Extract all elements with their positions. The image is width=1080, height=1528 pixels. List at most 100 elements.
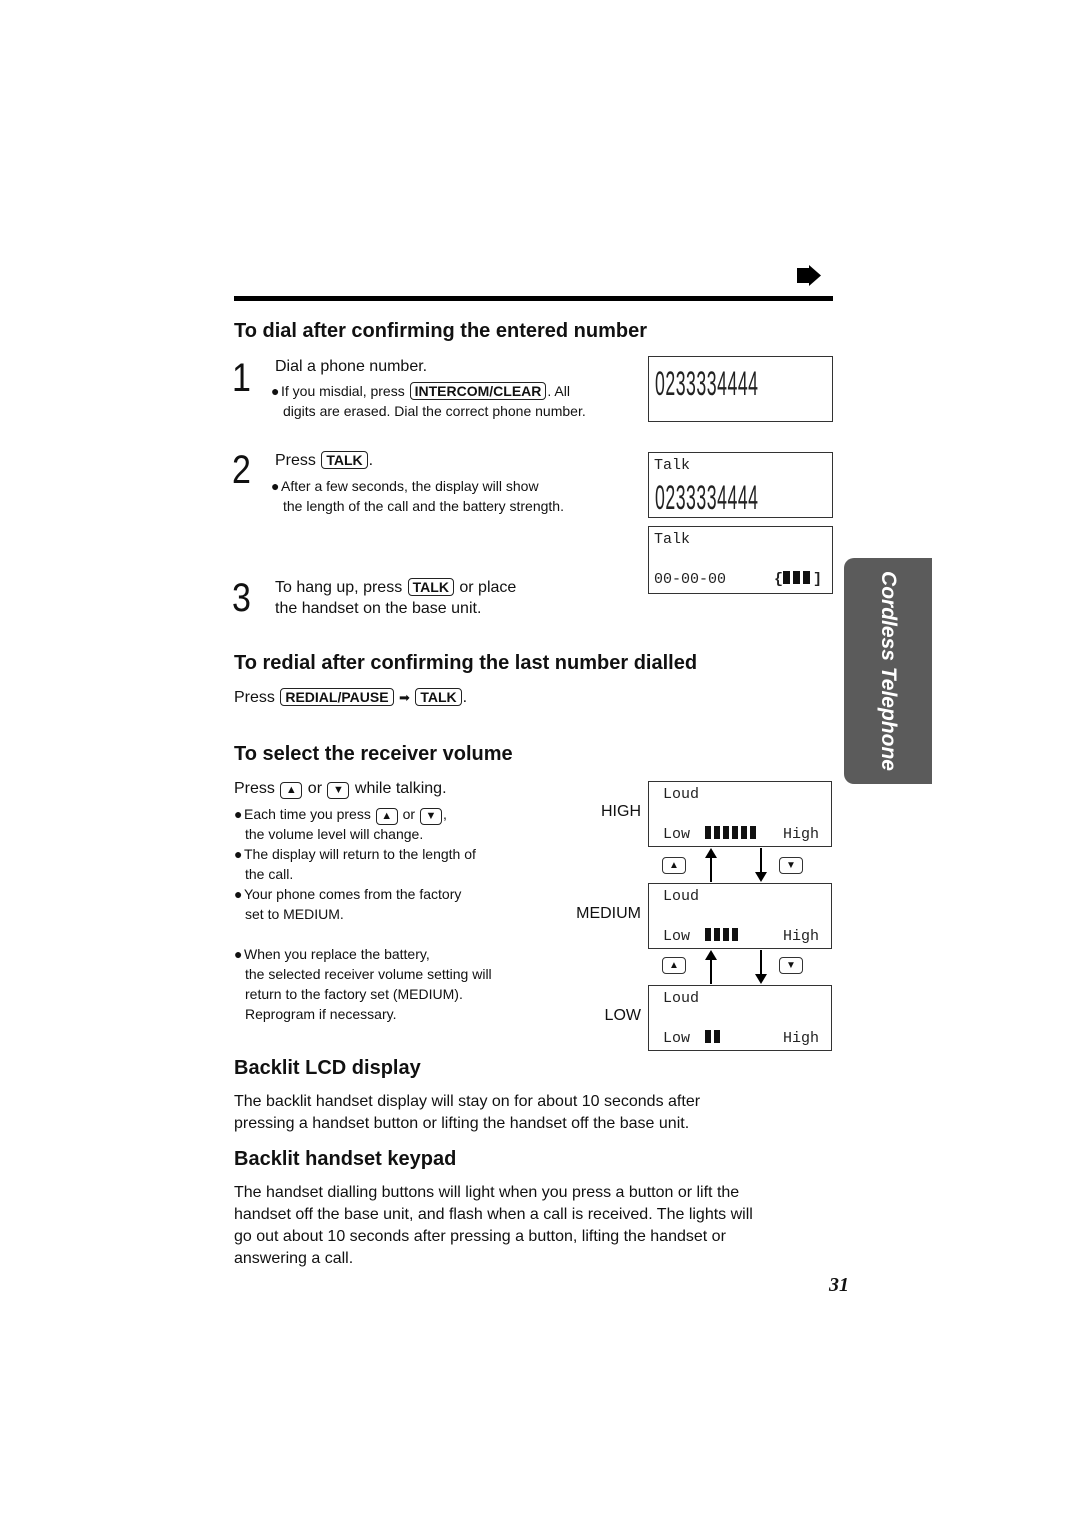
lcd-volume-high: Loud Low High <box>648 781 832 847</box>
step-3-text-line2: the handset on the base unit. <box>275 600 482 617</box>
lcd-volume-bars <box>705 826 759 844</box>
intercom-clear-key[interactable]: INTERCOM/CLEAR <box>409 382 547 400</box>
bullet-icon: ● <box>271 478 280 494</box>
volume-note-1: ● Each time you press ▲ or ▼, <box>234 804 447 825</box>
bullet-icon: ● <box>271 383 280 399</box>
backlit-keypad-paragraph: The handset dialling buttons will light … <box>234 1184 753 1267</box>
section-title-backlit-lcd: Backlit LCD display <box>234 1057 421 1079</box>
talk-key[interactable]: TALK <box>321 451 368 469</box>
battery-bar <box>803 571 811 584</box>
volume-level-label-high: HIGH <box>601 803 641 820</box>
next-page-arrow-icon <box>797 265 821 286</box>
redial-instruction: Press REDIAL/PAUSE ➡ TALK. <box>234 688 468 706</box>
volume-up-key-icon: ▲ <box>662 857 686 874</box>
volume-note-3: ● Your phone comes from the factory <box>234 886 462 902</box>
volume-level-label-medium: MEDIUM <box>576 905 641 922</box>
volume-bars <box>705 826 759 844</box>
lcd-low-label: Low <box>663 928 691 945</box>
volume-up-key[interactable]: ▲ <box>375 808 398 825</box>
battery-bar <box>783 571 791 584</box>
step-1-note: ● If you misdial, press INTERCOM/CLEAR. A… <box>271 382 570 400</box>
lcd-loud-label: Loud <box>663 888 700 905</box>
step-1-note-line2: digits are erased. Dial the correct phon… <box>283 403 586 419</box>
lcd-status: Talk <box>654 531 691 548</box>
section-title-backlit-keypad: Backlit handset keypad <box>234 1148 457 1170</box>
section-title-volume: To select the receiver volume <box>234 743 513 765</box>
volume-note-2: ● The display will return to the length o… <box>234 846 476 862</box>
lcd-high-label: High <box>783 826 820 843</box>
step-2-note-line2: the length of the call and the battery s… <box>283 498 564 514</box>
volume-bar <box>714 1030 720 1043</box>
step-3-text: To hang up, press TALK or place <box>275 578 517 596</box>
volume-level-label-low: LOW <box>604 1007 641 1024</box>
volume-bar <box>723 928 729 941</box>
volume-up-key-icon: ▲ <box>662 957 686 974</box>
volume-bar <box>705 928 711 941</box>
arrow-up-icon <box>705 848 717 882</box>
lcd-high-label: High <box>783 1030 820 1047</box>
volume-note-4-line3: return to the factory set (MEDIUM). <box>245 986 463 1002</box>
volume-instruction: Press ▲ or ▼ while talking. <box>234 780 447 799</box>
bullet-icon: ● <box>234 946 243 962</box>
lcd-display-talk-number: Talk 0233334444 <box>648 452 833 518</box>
step-2-text: Press TALK. <box>275 451 374 469</box>
lcd-low-label: Low <box>663 1030 691 1047</box>
talk-key[interactable]: TALK <box>407 578 454 596</box>
lcd-loud-label: Loud <box>663 990 700 1007</box>
arrow-down-icon <box>755 950 767 984</box>
volume-bar <box>705 1030 711 1043</box>
step-1-text: Dial a phone number. <box>275 358 428 375</box>
lcd-volume-low: Loud Low High <box>648 985 832 1051</box>
side-tab-cordless-telephone: Cordless Telephone <box>844 558 932 784</box>
section-title-redial: To redial after confirming the last numb… <box>234 652 698 674</box>
volume-down-key[interactable]: ▼ <box>419 808 442 825</box>
talk-key[interactable]: TALK <box>415 688 462 706</box>
arrow-up-icon <box>705 950 717 984</box>
volume-bar <box>714 928 720 941</box>
volume-bars <box>705 928 741 946</box>
volume-bar <box>750 826 756 839</box>
lcd-display-talk-timer: Talk 00-00-00 {] <box>648 526 833 594</box>
lcd-display-dialed-number: 0233334444 <box>648 356 833 422</box>
volume-down-key-icon: ▼ <box>779 957 803 974</box>
volume-note-2-line2: the call. <box>245 866 294 882</box>
lcd-status: Talk <box>654 457 691 474</box>
backlit-lcd-paragraph: The backlit handset display will stay on… <box>234 1093 701 1132</box>
volume-bar <box>705 826 711 839</box>
arrow-down-icon <box>755 848 767 882</box>
bullet-icon: ● <box>234 886 243 902</box>
page-number: 31 <box>829 1274 849 1296</box>
volume-down-key[interactable]: ▼ <box>327 782 350 799</box>
section-rule <box>234 296 833 301</box>
side-tab-label: Cordless Telephone <box>877 571 900 771</box>
then-arrow-icon: ➡ <box>399 690 410 705</box>
lcd-low-label: Low <box>663 826 691 843</box>
lcd-number: 0233334444 <box>655 479 759 517</box>
volume-bar <box>732 826 738 839</box>
battery-bar <box>793 571 801 584</box>
lcd-call-timer: 00-00-00 <box>654 571 727 588</box>
lcd-volume-medium: Loud Low High <box>648 883 832 949</box>
volume-note-4-line2: the selected receiver volume setting wil… <box>245 966 492 982</box>
lcd-volume-bars <box>705 928 741 946</box>
step-number-2: 2 <box>232 448 251 492</box>
volume-bar <box>732 928 738 941</box>
section-title-dial: To dial after confirming the entered num… <box>234 320 648 342</box>
lcd-high-label: High <box>783 928 820 945</box>
volume-bars <box>705 1030 723 1048</box>
bullet-icon: ● <box>234 806 243 822</box>
lcd-number: 0233334444 <box>655 365 759 403</box>
volume-note-1-line2: the volume level will change. <box>245 826 424 842</box>
battery-indicator: {] <box>774 571 823 589</box>
volume-bar <box>714 826 720 839</box>
battery-bars <box>783 571 813 589</box>
volume-note-3-line2: set to MEDIUM. <box>245 906 344 922</box>
volume-up-key[interactable]: ▲ <box>280 782 303 799</box>
redial-pause-key[interactable]: REDIAL/PAUSE <box>280 688 394 706</box>
step-number-1: 1 <box>232 356 251 400</box>
step-number-3: 3 <box>232 576 251 620</box>
volume-bar <box>723 826 729 839</box>
volume-bar <box>741 826 747 839</box>
volume-down-key-icon: ▼ <box>779 857 803 874</box>
volume-note-4: ● When you replace the battery, <box>234 946 430 962</box>
